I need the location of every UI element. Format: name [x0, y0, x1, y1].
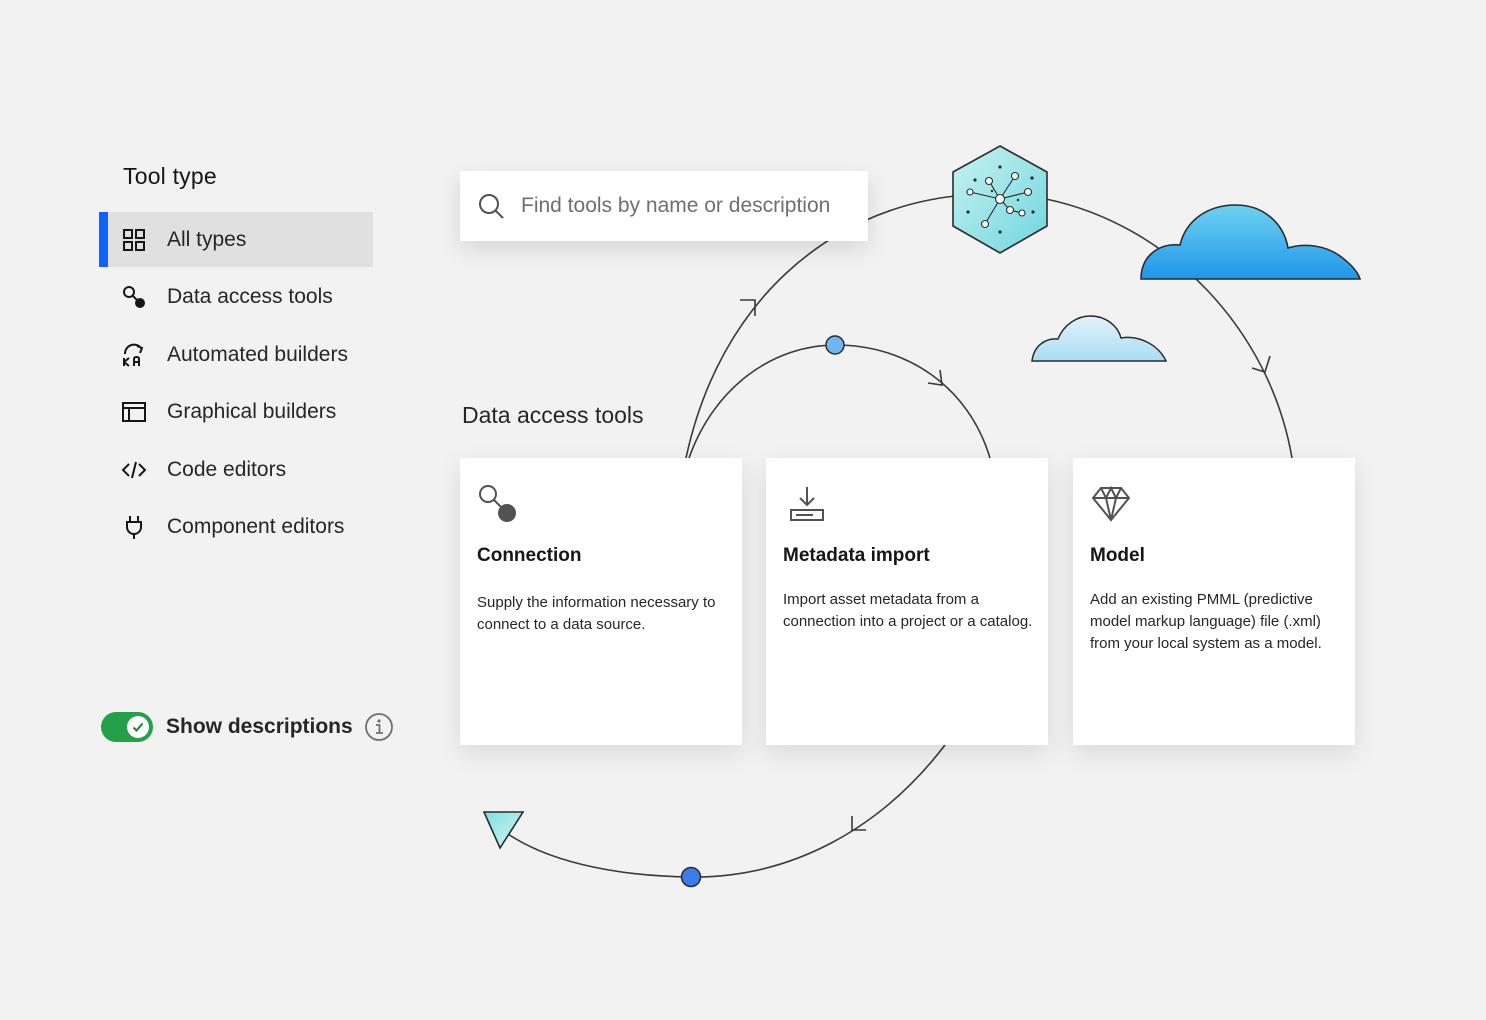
- sidebar-title: Tool type: [123, 163, 217, 189]
- plug-icon: [121, 514, 147, 540]
- download-icon: [790, 487, 824, 521]
- sidebar-item-label: Component editors: [167, 515, 345, 538]
- card-description: Supply the information necessary to conn…: [477, 594, 716, 633]
- card-connection[interactable]: Connection Supply the information necess…: [460, 458, 742, 745]
- tool-type-nav: All types Data access tools Automated bu…: [99, 212, 373, 557]
- diamond-icon: [1091, 485, 1131, 522]
- code-icon: [121, 457, 147, 483]
- sidebar-item-label: Code editors: [167, 457, 287, 481]
- card-description: Import asset metadata from a connection …: [783, 591, 1033, 630]
- sidebar-item-label: Graphical builders: [167, 400, 337, 423]
- sidebar-item-label: Automated builders: [167, 342, 348, 366]
- show-descriptions-row: Show descriptions: [101, 712, 394, 742]
- info-icon[interactable]: [364, 712, 394, 742]
- search-icon: [479, 194, 504, 219]
- grid-icon: [121, 227, 147, 253]
- search-box: [460, 171, 868, 241]
- card-title: Metadata import: [783, 545, 930, 566]
- sidebar-item-code-editors[interactable]: Code editors: [99, 442, 373, 497]
- automated-builder-icon: [121, 342, 147, 368]
- card-model[interactable]: Model Add an existing PMML (predictive m…: [1073, 458, 1355, 745]
- show-descriptions-toggle[interactable]: [101, 712, 153, 742]
- card-metadata-import[interactable]: Metadata import Import asset metadata fr…: [766, 458, 1048, 745]
- card-title: Model: [1090, 545, 1145, 566]
- connection-icon: [479, 485, 516, 522]
- sidebar-item-label: Data access tools: [167, 285, 333, 308]
- connection-icon: [121, 284, 147, 310]
- card-description: Add an existing PMML (predictive model m…: [1090, 591, 1322, 652]
- checkmark-icon: [127, 716, 149, 738]
- sidebar-item-data-access-tools[interactable]: Data access tools: [99, 270, 373, 325]
- sidebar-item-component-editors[interactable]: Component editors: [99, 500, 373, 555]
- sidebar-item-graphical-builders[interactable]: Graphical builders: [99, 385, 373, 440]
- sidebar-item-all-types[interactable]: All types: [99, 212, 373, 267]
- graphical-builder-icon: [121, 399, 147, 425]
- sidebar-item-automated-builders[interactable]: Automated builders: [99, 327, 373, 382]
- search-input[interactable]: [519, 193, 853, 219]
- show-descriptions-label: Show descriptions: [166, 715, 353, 738]
- section-title: Data access tools: [462, 402, 644, 428]
- card-title: Connection: [477, 545, 582, 566]
- sidebar-item-label: All types: [167, 227, 247, 251]
